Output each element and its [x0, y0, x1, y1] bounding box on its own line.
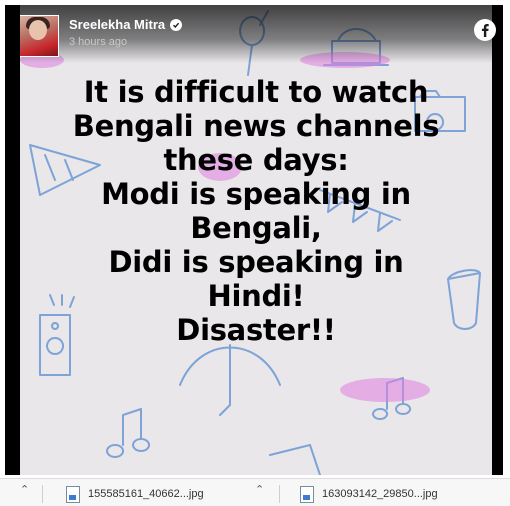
post-image: Sreelekha Mitra 3 hours ago It is diffic…: [5, 5, 503, 475]
facebook-icon[interactable]: [474, 19, 496, 41]
download-filename: 155585161_40662...jpg: [88, 488, 204, 500]
download-item[interactable]: 155585161_40662...jpg: [66, 482, 204, 506]
post-message: It is difficult to watch Bengali news ch…: [20, 75, 492, 347]
file-image-icon: [300, 485, 314, 503]
message-line: Didi is speaking in: [108, 245, 404, 279]
message-line: Hindi!: [207, 279, 305, 313]
message-line: Bengali,: [190, 211, 322, 245]
message-line: these days:: [163, 143, 349, 177]
divider: [279, 485, 280, 503]
download-item[interactable]: 163093142_29850...jpg: [300, 482, 438, 506]
verified-check-icon: [170, 19, 183, 31]
avatar-face: [29, 20, 47, 40]
music-note-doodle: [106, 408, 150, 458]
chevron-up-icon[interactable]: ⌃: [20, 483, 29, 496]
file-image-icon: [66, 485, 80, 503]
divider: [42, 485, 43, 503]
author-row: Sreelekha Mitra: [69, 17, 183, 33]
post-timestamp[interactable]: 3 hours ago: [69, 36, 127, 49]
post-header: Sreelekha Mitra 3 hours ago: [20, 5, 492, 63]
chevron-up-icon[interactable]: ⌃: [255, 483, 264, 496]
avatar[interactable]: [20, 15, 59, 57]
message-line: Modi is speaking in: [101, 177, 411, 211]
umbrella-doodle: [179, 344, 281, 416]
message-line: It is difficult to watch: [83, 75, 429, 109]
download-bar: ⌃ 155585161_40662...jpg ⌃ 163093142_2985…: [0, 478, 510, 506]
message-line: Disaster!!: [176, 313, 336, 347]
download-filename: 163093142_29850...jpg: [322, 488, 438, 500]
author-name[interactable]: Sreelekha Mitra: [69, 17, 165, 33]
post-canvas: Sreelekha Mitra 3 hours ago It is diffic…: [20, 5, 492, 475]
message-line: Bengali news channels: [72, 109, 440, 143]
pink-blob-2: [340, 378, 430, 402]
frame-doodle: [269, 444, 321, 475]
